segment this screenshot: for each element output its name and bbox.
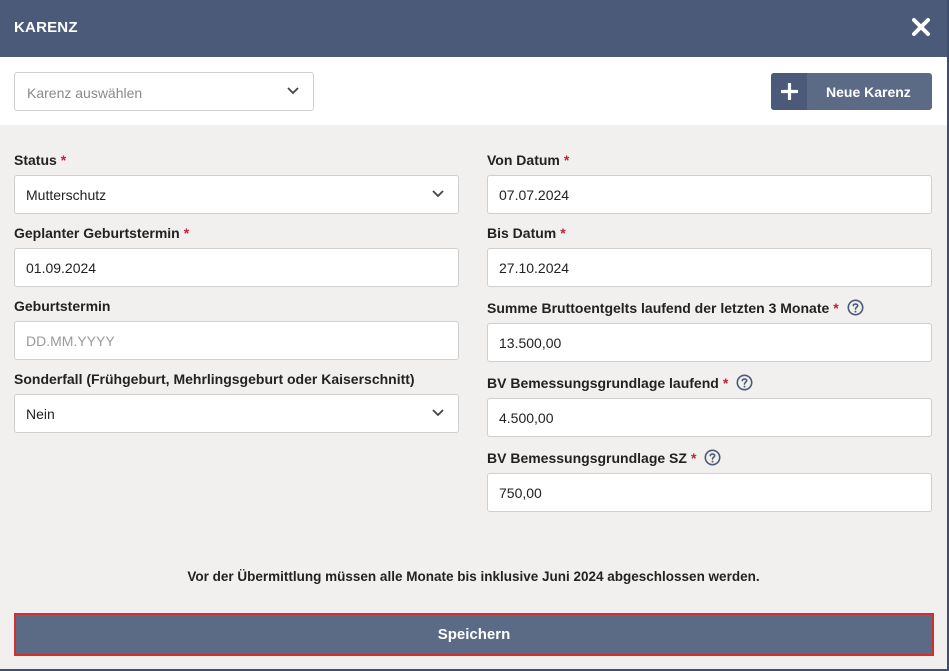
bv-sz-label: BV Bemessungsgrundlage SZ *	[487, 449, 721, 466]
bis-datum-label: Bis Datum *	[487, 225, 566, 241]
dialog-header: KARENZ	[0, 0, 947, 57]
dialog-title: KARENZ	[14, 19, 78, 36]
required-marker: *	[183, 225, 190, 241]
save-button-label: Speichern	[437, 626, 511, 643]
required-marker: *	[60, 152, 67, 168]
geplanter-geburtstermin-label: Geplanter Geburtstermin *	[14, 225, 190, 241]
new-karenz-button[interactable]: Neue Karenz	[771, 73, 932, 110]
help-icon[interactable]	[847, 299, 864, 316]
karenz-select[interactable]: Karenz auswählen	[14, 72, 314, 111]
bis-datum-value: 27.10.2024	[499, 260, 570, 276]
geburtstermin-input[interactable]: DD.MM.YYYY	[14, 321, 459, 360]
geburtstermin-placeholder: DD.MM.YYYY	[26, 333, 115, 349]
karenz-dialog: KARENZ Karenz auswählen Neue Karenz Stat…	[0, 0, 949, 671]
required-marker: *	[560, 225, 566, 241]
sonderfall-select[interactable]: Nein	[14, 394, 459, 433]
bis-datum-input[interactable]: 27.10.2024	[487, 248, 932, 287]
bv-laufend-value: 4.500,00	[499, 410, 554, 426]
new-karenz-label: Neue Karenz	[826, 84, 911, 100]
required-marker: *	[690, 450, 697, 466]
geburtstermin-label: Geburtstermin	[14, 298, 111, 314]
summe-brutto-input[interactable]: 13.500,00	[487, 323, 932, 362]
help-icon[interactable]	[704, 449, 721, 466]
sonderfall-label: Sonderfall (Frühgeburt, Mehrlingsgeburt …	[14, 371, 415, 387]
bv-laufend-label: BV Bemessungsgrundlage laufend *	[487, 374, 753, 391]
status-label: Status *	[14, 152, 67, 168]
chevron-down-icon	[432, 190, 444, 198]
status-select[interactable]: Mutterschutz	[14, 175, 459, 214]
chevron-down-icon	[287, 87, 299, 95]
von-datum-label: Von Datum *	[487, 152, 570, 168]
chevron-down-icon	[432, 409, 444, 417]
bv-sz-value: 750,00	[499, 485, 542, 501]
sonderfall-value: Nein	[26, 406, 55, 422]
karenz-toolbar: Karenz auswählen Neue Karenz	[0, 57, 947, 125]
summe-brutto-label: Summe Bruttoentgelts laufend der letzten…	[487, 299, 864, 316]
required-marker: *	[563, 152, 570, 168]
required-marker: *	[833, 300, 839, 316]
summe-brutto-value: 13.500,00	[499, 335, 562, 351]
karenz-select-placeholder: Karenz auswählen	[27, 85, 143, 101]
close-icon[interactable]	[911, 16, 931, 38]
plus-icon	[771, 73, 807, 110]
geplanter-geburtstermin-value: 01.09.2024	[26, 260, 97, 276]
notice-text: Vor der Übermittlung müssen alle Monate …	[187, 569, 760, 584]
help-icon[interactable]	[736, 374, 753, 391]
status-value: Mutterschutz	[26, 187, 107, 203]
von-datum-value: 07.07.2024	[499, 187, 570, 203]
von-datum-input[interactable]: 07.07.2024	[487, 175, 932, 214]
bv-sz-input[interactable]: 750,00	[487, 473, 932, 512]
geplanter-geburtstermin-input[interactable]: 01.09.2024	[14, 248, 459, 287]
required-marker: *	[722, 375, 729, 391]
save-button[interactable]: Speichern	[14, 613, 934, 656]
bv-laufend-input[interactable]: 4.500,00	[487, 398, 932, 437]
